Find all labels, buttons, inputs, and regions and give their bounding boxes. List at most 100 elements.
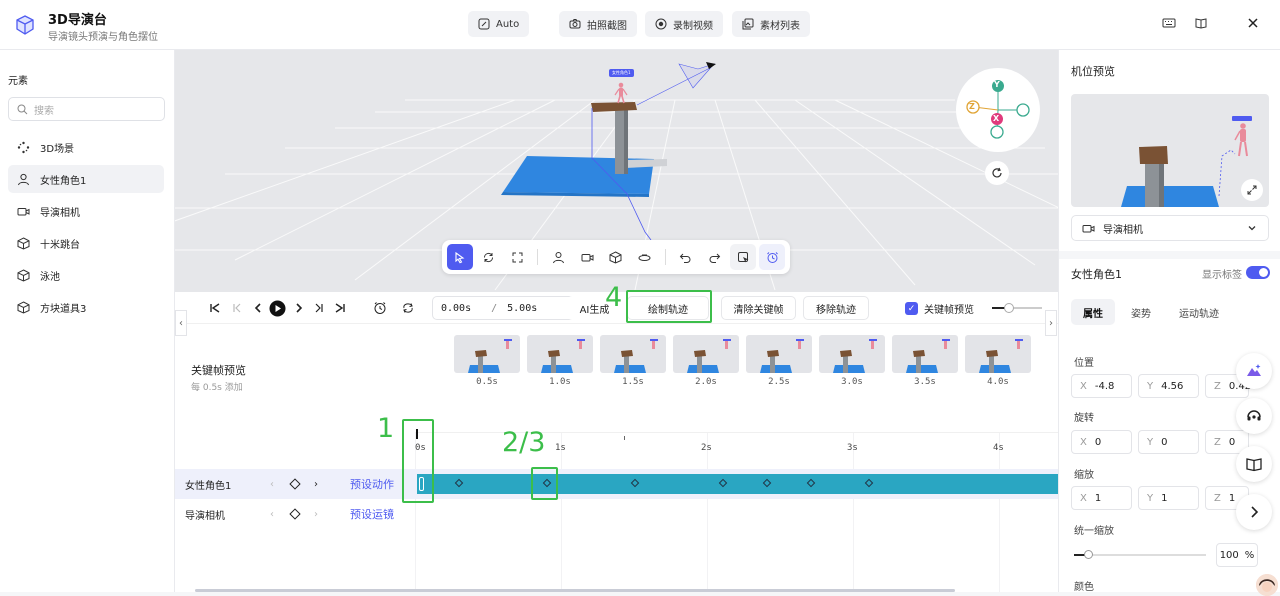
keyframe-thumbnail[interactable] [454, 335, 520, 373]
record-button[interactable]: 录制视频 [645, 11, 723, 37]
tab-properties[interactable]: 属性 [1071, 299, 1115, 325]
camera-select[interactable]: 导演相机 [1071, 215, 1269, 241]
rotation-z-value: 0 [1228, 436, 1236, 448]
track-next-icon[interactable]: › [314, 509, 318, 520]
undo-button[interactable] [673, 244, 699, 270]
character-track-bar[interactable] [417, 474, 1058, 494]
collapse-left-button[interactable]: ‹ [175, 310, 187, 336]
close-icon[interactable] [1246, 16, 1260, 30]
book-icon[interactable] [1194, 16, 1208, 30]
element-item-platform[interactable]: 十米跳台 [8, 229, 164, 257]
zoom-slider-knob[interactable] [1004, 303, 1014, 313]
prev-keyframe-icon[interactable] [230, 301, 244, 315]
view-360-button[interactable] [632, 244, 658, 270]
clear-keyframes-button[interactable]: 清除关键帧 [721, 296, 796, 320]
show-label-toggle[interactable] [1246, 266, 1270, 279]
play-icon[interactable] [269, 300, 286, 317]
cube-icon [17, 300, 30, 314]
reset-view-button[interactable] [985, 161, 1009, 185]
step-back-icon[interactable] [251, 301, 265, 315]
timeline-zoom-slider[interactable] [992, 303, 1042, 313]
element-item-label: 导演相机 [40, 207, 80, 219]
timer-icon[interactable] [373, 301, 387, 315]
scale-y-value: 1 [1161, 492, 1168, 504]
collapse-right-button[interactable]: › [1045, 310, 1057, 336]
preset-camera-link[interactable]: 预设运镜 [350, 506, 394, 522]
auto-button[interactable]: Auto [468, 11, 530, 37]
element-item-pool[interactable]: 泳池 [8, 261, 164, 289]
headset-icon [1247, 410, 1261, 421]
keyframe-thumbnail[interactable] [746, 335, 812, 373]
add-character-button[interactable] [545, 244, 571, 270]
uniform-scale-input[interactable]: 100 % [1216, 543, 1258, 567]
keyframe-marker[interactable] [806, 478, 816, 488]
keyboard-icon[interactable] [1162, 16, 1176, 30]
track-row-camera[interactable]: 导演相机 ‹ › 预设运镜 [175, 499, 1058, 529]
frame-select-button[interactable] [730, 244, 757, 270]
redo-button[interactable] [702, 244, 728, 270]
expand-panel-button[interactable] [1236, 494, 1272, 530]
uniform-scale-knob[interactable] [1084, 550, 1093, 559]
time-display[interactable]: 0.00s / 5.00s [432, 296, 587, 320]
tab-pose[interactable]: 姿势 [1119, 299, 1163, 325]
selected-object-name: 女性角色1 [1071, 268, 1122, 281]
skip-end-icon[interactable] [333, 301, 347, 315]
keyframe-time-label: 2.5s [768, 377, 790, 387]
position-x-field[interactable]: X -4.8 [1071, 374, 1132, 398]
keyframe-marker[interactable] [762, 478, 772, 488]
scene-viewport[interactable]: 女性角色1 Y Z X [175, 50, 1058, 292]
element-item-block[interactable]: 方块道具3 [8, 293, 164, 321]
track-next-icon[interactable]: › [314, 479, 318, 490]
scale-tool-button[interactable] [505, 244, 531, 270]
keyframe-thumbnail[interactable] [527, 335, 593, 373]
tab-motion-path[interactable]: 运动轨迹 [1167, 299, 1231, 325]
alarm-button[interactable] [759, 244, 785, 270]
rotation-y-field[interactable]: Y0 [1138, 430, 1199, 454]
keyframe-marker[interactable] [718, 478, 728, 488]
preset-action-link[interactable]: 预设动作 [350, 476, 394, 492]
ai-magic-button[interactable] [1236, 353, 1272, 389]
select-tool-button[interactable] [447, 244, 473, 270]
keyframe-marker[interactable] [454, 478, 464, 488]
keyframe-thumbnail[interactable] [819, 335, 885, 373]
element-item-label: 十米跳台 [40, 239, 80, 251]
add-camera-button[interactable] [574, 244, 600, 270]
camera-select-value: 导演相机 [1103, 224, 1143, 236]
element-item-scene[interactable]: 3D场景 [8, 133, 164, 161]
next-keyframe-icon[interactable] [312, 301, 326, 315]
support-button[interactable] [1236, 398, 1272, 434]
keyframe-preview-checkbox[interactable]: ✓ 关键帧预览 [905, 301, 974, 316]
docs-button[interactable] [1236, 446, 1272, 482]
track-prev-icon[interactable]: ‹ [270, 479, 274, 490]
search-input[interactable]: 搜索 [8, 97, 165, 121]
assets-button[interactable]: 素材列表 [732, 11, 810, 37]
element-item-character[interactable]: 女性角色1 [8, 165, 164, 193]
position-y-field[interactable]: Y 4.56 [1138, 374, 1199, 398]
skip-start-icon[interactable] [208, 301, 222, 315]
keyframe-thumbnail[interactable] [673, 335, 739, 373]
keyframe-thumbnail[interactable] [965, 335, 1031, 373]
scale-x-field[interactable]: X1 [1071, 486, 1132, 510]
step-forward-icon[interactable] [292, 301, 306, 315]
add-keyframe-icon[interactable] [289, 478, 301, 490]
keyframe-thumbnail[interactable] [600, 335, 666, 373]
scale-y-field[interactable]: Y1 [1138, 486, 1199, 510]
uniform-scale-slider[interactable] [1074, 550, 1206, 559]
axis-gizmo[interactable]: Y Z X [956, 68, 1040, 152]
keyframe-thumbnail[interactable] [892, 335, 958, 373]
rotation-x-field[interactable]: X0 [1071, 430, 1132, 454]
add-keyframe-icon[interactable] [289, 508, 301, 520]
keyframe-marker[interactable] [864, 478, 874, 488]
element-item-camera[interactable]: 导演相机 [8, 197, 164, 225]
loop-icon[interactable] [401, 301, 415, 315]
keyframe-marker[interactable] [630, 478, 640, 488]
remove-trajectory-button[interactable]: 移除轨迹 [803, 296, 869, 320]
rotate-tool-button[interactable] [476, 244, 502, 270]
track-prev-icon[interactable]: ‹ [270, 509, 274, 520]
expand-preview-button[interactable] [1241, 179, 1263, 201]
snapshot-button[interactable]: 拍照截图 [559, 11, 637, 37]
annotation-box-1 [402, 419, 434, 503]
add-object-button[interactable] [603, 244, 629, 270]
assistant-avatar[interactable] [1256, 574, 1278, 596]
camera-icon [1082, 224, 1095, 232]
